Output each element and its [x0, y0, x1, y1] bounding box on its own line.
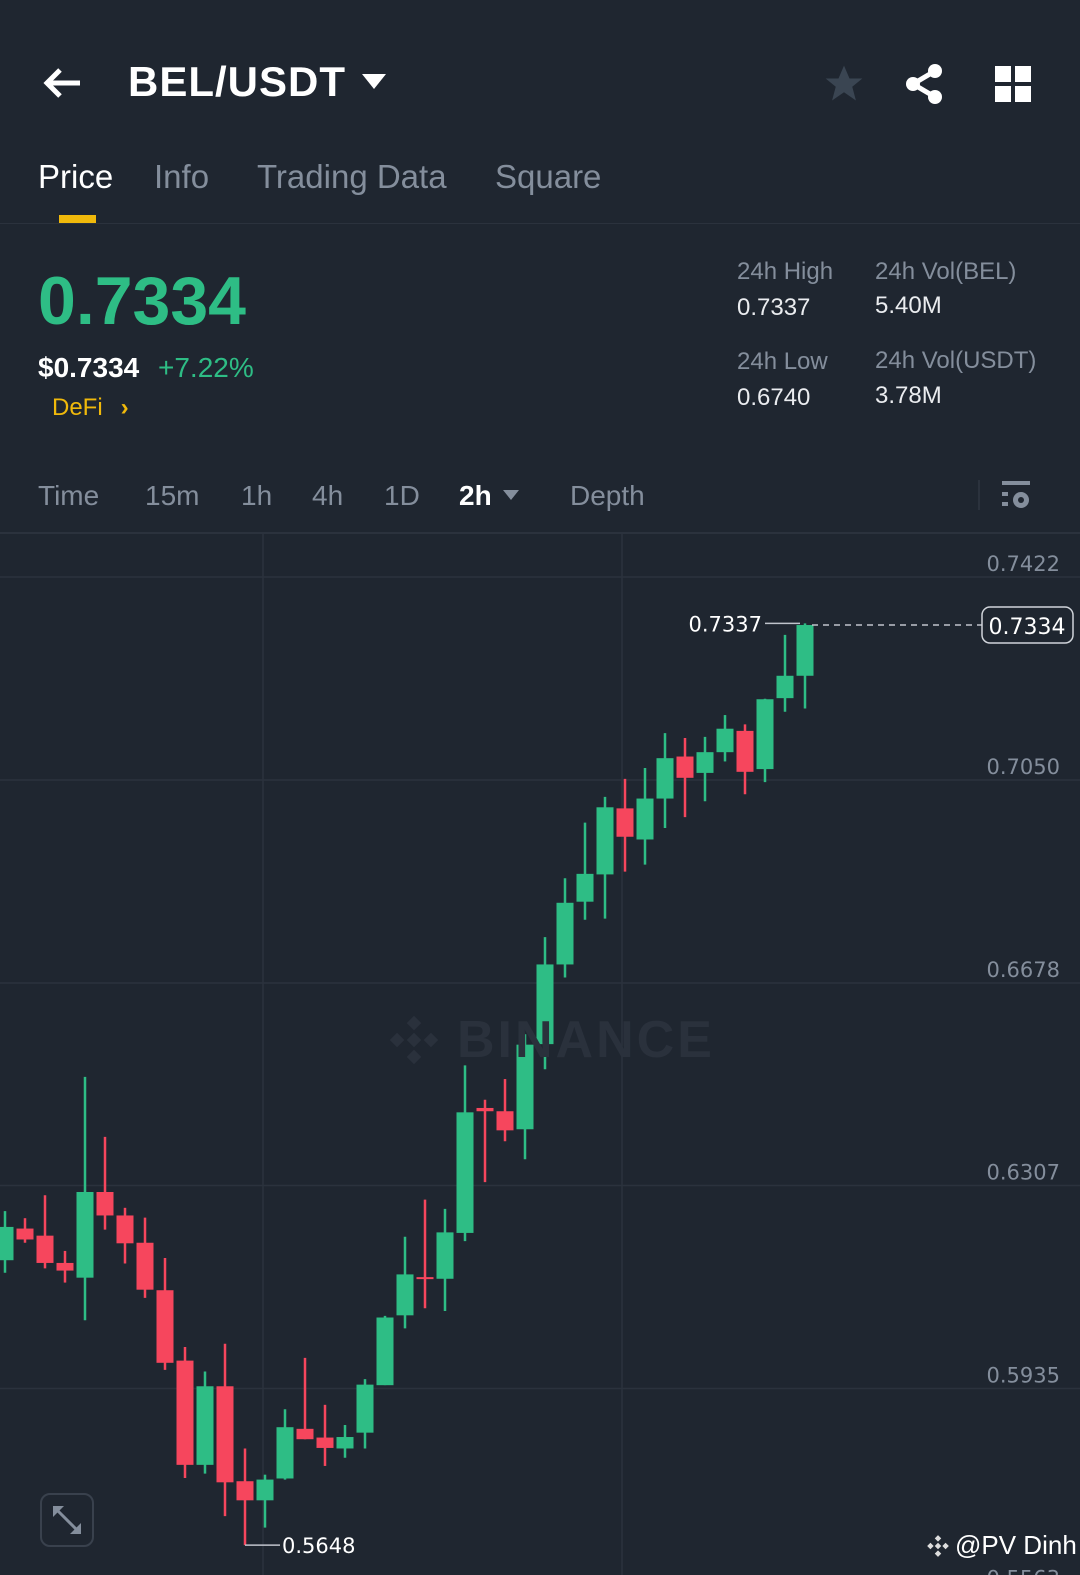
candle-down	[16, 1228, 34, 1240]
candle-up	[0, 1226, 14, 1261]
candle-up	[576, 873, 594, 902]
candle-up	[456, 1112, 474, 1233]
fullscreen-button[interactable]	[40, 1493, 94, 1547]
candle-down	[56, 1262, 74, 1271]
candle-up	[396, 1274, 414, 1316]
candle-down	[316, 1437, 334, 1448]
y-axis-label: 0.5563	[987, 1566, 1060, 1575]
candle-down	[736, 730, 754, 772]
candle-up	[196, 1386, 214, 1465]
current-price-label: 0.7334	[989, 615, 1066, 640]
candle-up	[336, 1437, 354, 1449]
candle-down	[116, 1215, 134, 1244]
candle-up	[636, 798, 654, 840]
candle-up	[796, 625, 814, 676]
y-axis-label: 0.7050	[987, 755, 1060, 779]
candle-up	[376, 1317, 394, 1386]
candlestick-chart[interactable]: 0.7422 0.7050 0.6678 0.6307 0.5935 0.5563 0.73…	[0, 0, 1080, 1575]
candle-down	[96, 1192, 114, 1216]
candle-down	[496, 1111, 514, 1131]
candle-up	[356, 1384, 374, 1433]
candle-up	[656, 758, 674, 799]
credit-text: @PV Dinh	[955, 1530, 1077, 1560]
candle-down	[136, 1242, 154, 1290]
binance-logo-icon	[927, 1534, 949, 1557]
candle-down	[216, 1386, 234, 1483]
y-axis-label: 0.6678	[987, 958, 1060, 982]
candle-down	[36, 1235, 54, 1263]
candle-up	[776, 675, 794, 699]
candle-up	[556, 902, 574, 965]
expand-icon	[53, 1506, 81, 1534]
candle-down	[476, 1107, 494, 1112]
y-axis-label: 0.6307	[987, 1160, 1060, 1184]
candle-up	[756, 699, 774, 770]
binance-logo-icon	[389, 1015, 439, 1065]
credit: @PV Dinh	[925, 1530, 1077, 1561]
y-axis-label: 0.5935	[987, 1363, 1060, 1387]
y-axis-label: 0.7422	[987, 552, 1060, 576]
candle-down	[416, 1277, 434, 1280]
min-price-label: 0.5648	[282, 1534, 355, 1558]
candle-down	[676, 756, 694, 778]
candle-down	[236, 1481, 254, 1501]
candle-down	[616, 808, 634, 837]
candle-up	[596, 807, 614, 875]
watermark-text: BINANCE	[457, 1011, 715, 1069]
max-price-label: 0.7337	[689, 612, 762, 636]
candle-up	[256, 1479, 274, 1501]
candle-up	[696, 752, 714, 773]
candle-up	[436, 1232, 454, 1279]
candle-up	[276, 1427, 294, 1479]
candle-down	[176, 1360, 194, 1465]
candle-up	[716, 728, 734, 753]
candle-down	[156, 1290, 174, 1363]
candle-up	[76, 1192, 94, 1278]
candle-down	[296, 1428, 314, 1440]
watermark: BINANCE	[385, 1010, 715, 1070]
